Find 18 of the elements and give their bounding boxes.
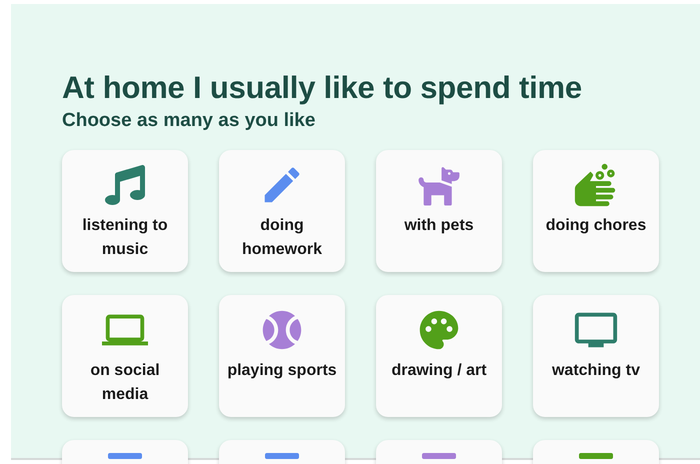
option-label: listening to music [81, 216, 169, 260]
option-card[interactable]: with pets [376, 150, 502, 272]
option-card[interactable]: on social media [62, 295, 188, 417]
instruction-text: Choose as many as you like [62, 110, 316, 132]
option-card[interactable]: doing chores [533, 150, 659, 272]
question-title: At home I usually like to spend time [62, 70, 583, 106]
option-card[interactable]: doing homework [219, 150, 345, 272]
option-label: doing chores [544, 216, 648, 236]
option-label: watching tv [550, 361, 641, 381]
option-label: with pets [403, 216, 475, 236]
option-card[interactable]: drawing / art [376, 295, 502, 417]
option-card[interactable]: watching tv [533, 295, 659, 417]
option-card[interactable]: listening to music [62, 150, 188, 272]
option-label: on social media [89, 361, 161, 405]
option-label: doing homework [240, 216, 323, 260]
option-label: playing sports [227, 361, 337, 381]
option-label: drawing / art [390, 361, 488, 381]
option-card[interactable]: playing sports [219, 295, 345, 417]
